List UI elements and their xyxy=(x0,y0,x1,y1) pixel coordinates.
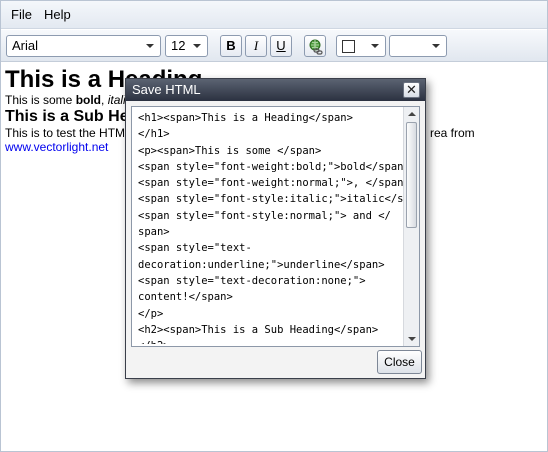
dialog-title-bar[interactable]: Save HTML xyxy=(126,79,425,101)
code-line: span> xyxy=(138,226,170,239)
chevron-down-icon xyxy=(371,44,379,48)
html-editor-app: File Help Arial 12 B I U This is a Headi… xyxy=(0,0,548,452)
content-subheading: This is a Sub He xyxy=(5,108,129,125)
chevron-down-icon xyxy=(193,44,201,48)
italic-button[interactable]: I xyxy=(245,35,267,57)
code-line: content!</span> xyxy=(138,291,233,304)
vertical-scrollbar[interactable] xyxy=(403,107,419,346)
code-line: </h2> xyxy=(138,338,404,344)
code-line: <span style="text- xyxy=(138,242,252,255)
menu-bar: File Help xyxy=(1,1,547,29)
style-select[interactable] xyxy=(389,35,447,57)
close-button[interactable]: Close xyxy=(377,350,422,374)
code-line: decoration:underline;">underline</span> xyxy=(138,258,385,271)
border-color-select[interactable] xyxy=(336,35,386,57)
menu-help[interactable]: Help xyxy=(38,5,77,24)
code-line: <span style="font-style:normal;"> and </ xyxy=(138,209,391,222)
font-family-value: Arial xyxy=(12,38,39,53)
code-line: <span style="font-weight:bold;">bold</sp… xyxy=(138,160,404,173)
code-line: </h1> xyxy=(138,128,170,141)
separator-text: , xyxy=(101,93,108,107)
hyperlink-globe-icon xyxy=(309,39,323,55)
code-line: </p> xyxy=(138,307,164,320)
font-family-select[interactable]: Arial xyxy=(6,35,161,57)
formatting-toolbar: Arial 12 B I U xyxy=(1,30,547,62)
code-line: <h1><span>This is a Heading</span> xyxy=(138,112,353,124)
scroll-thumb[interactable] xyxy=(406,122,417,228)
dialog-title: Save HTML xyxy=(132,82,201,97)
insert-link-button[interactable] xyxy=(304,35,326,57)
scroll-down-icon[interactable] xyxy=(408,337,416,341)
bold-text: bold xyxy=(75,93,102,107)
vectorlight-link[interactable]: www.vectorlight.net xyxy=(5,140,108,154)
code-line: <span style="font-style:italic;">italic<… xyxy=(138,193,404,206)
content-paragraph-2: This is to test the HTM xyxy=(5,126,126,140)
code-line: <p><span>This is some </span> xyxy=(138,144,322,157)
save-html-dialog: Save HTML ✕ <h1><span>This is a Heading<… xyxy=(125,78,426,379)
menu-file[interactable]: File xyxy=(5,5,38,24)
font-size-select[interactable]: 12 xyxy=(165,35,208,57)
content-paragraph-1: This is some bold, italic xyxy=(5,93,132,108)
underline-button[interactable]: U xyxy=(270,35,292,57)
paragraph-text: This is some xyxy=(5,93,76,107)
chevron-down-icon xyxy=(146,44,154,48)
chevron-down-icon xyxy=(432,44,440,48)
font-size-value: 12 xyxy=(171,38,186,53)
html-output-textarea[interactable]: <h1><span>This is a Heading</span> </h1> <… xyxy=(131,106,420,347)
content-paragraph-2-tail: rea from xyxy=(430,126,475,140)
code-line: <span style="font-weight:normal;">, </sp… xyxy=(138,177,404,190)
html-code-text: <h1><span>This is a Heading</span> </h1> <… xyxy=(138,110,404,344)
bold-button[interactable]: B xyxy=(220,35,242,57)
close-icon[interactable]: ✕ xyxy=(403,82,420,98)
code-line: <span style="text-decoration:none;"> xyxy=(138,274,366,287)
color-swatch-icon xyxy=(342,40,355,53)
code-line: <h2><span>This is a Sub Heading</span> xyxy=(138,323,379,336)
scroll-up-icon[interactable] xyxy=(408,112,416,116)
